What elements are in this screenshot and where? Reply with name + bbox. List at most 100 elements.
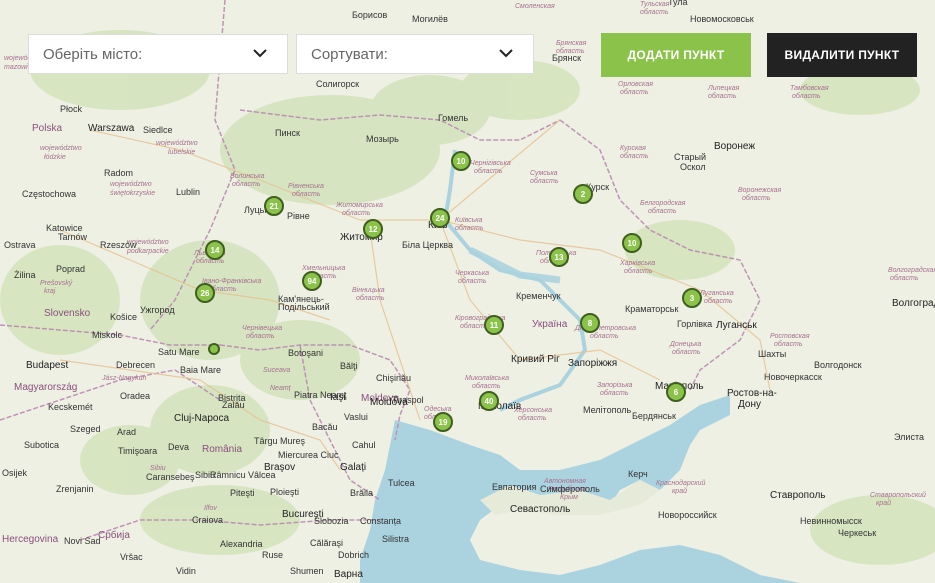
svg-text:Керч: Керч [628, 469, 648, 479]
map-marker-cluster[interactable]: 8 [580, 313, 600, 333]
svg-text:Чернігівська: Чернігівська [470, 159, 511, 167]
svg-text:Sibiu: Sibiu [150, 465, 166, 472]
add-point-button[interactable]: ДОДАТИ ПУНКТ [601, 33, 751, 77]
svg-text:Івано-Франківська: Івано-Франківська [202, 277, 261, 285]
svg-text:Vidin: Vidin [176, 566, 196, 576]
svg-text:область: область [455, 224, 484, 232]
svg-text:województwo: województwo [110, 181, 152, 188]
map-marker-cluster[interactable]: 11 [484, 315, 504, 335]
city-select-label: Оберіть місто: [43, 45, 143, 63]
svg-text:Евпатория: Евпатория [492, 482, 537, 492]
svg-text:область: область [518, 414, 547, 422]
svg-text:Рівне: Рівне [287, 211, 310, 221]
svg-text:Osijek: Osijek [2, 468, 28, 478]
svg-text:Częstochowa: Częstochowa [22, 189, 76, 199]
svg-text:Zrenjanin: Zrenjanin [56, 484, 94, 494]
svg-text:Shumen: Shumen [290, 566, 324, 576]
svg-text:область: область [246, 332, 275, 340]
map-marker-cluster[interactable]: 19 [433, 412, 453, 432]
svg-text:Kecskemét: Kecskemét [48, 402, 93, 412]
map-marker-cluster[interactable]: 13 [549, 247, 569, 267]
map-marker-cluster[interactable]: 2 [573, 184, 593, 204]
city-select[interactable]: Оберіть місто: [28, 34, 288, 74]
svg-text:Шахты: Шахты [758, 349, 786, 359]
svg-text:Moldova: Moldova [370, 397, 408, 408]
svg-text:Ostrava: Ostrava [4, 240, 36, 250]
svg-text:Запорізька: Запорізька [597, 381, 633, 389]
svg-text:Сумська: Сумська [530, 170, 558, 177]
map-marker-cluster[interactable]: 26 [195, 283, 215, 303]
svg-text:Constanța: Constanța [360, 516, 401, 526]
svg-text:România: România [202, 444, 242, 455]
map-marker-cluster[interactable]: 24 [430, 208, 450, 228]
svg-text:Timişoara: Timişoara [118, 446, 157, 456]
svg-text:Одеська: Одеська [424, 405, 452, 413]
svg-text:Мелітополь: Мелітополь [583, 405, 632, 415]
map-marker-cluster[interactable]: 12 [363, 219, 383, 239]
svg-text:область: область [590, 332, 619, 340]
svg-text:Черкаська: Черкаська [455, 270, 489, 277]
svg-text:Горлівка: Горлівка [677, 319, 712, 329]
svg-text:Волгодонск: Волгодонск [814, 360, 862, 370]
map-marker-cluster[interactable]: 21 [264, 196, 284, 216]
svg-text:Воронежская: Воронежская [738, 187, 782, 194]
svg-text:Satu Mare: Satu Mare [158, 347, 200, 357]
svg-text:Миколаївська: Миколаївська [465, 375, 509, 382]
svg-text:Біла Церква: Біла Церква [402, 240, 453, 250]
svg-text:Чернівецька: Чернівецька [242, 324, 282, 332]
svg-text:Warszawa: Warszawa [88, 123, 135, 134]
map-marker-cluster[interactable]: 14 [205, 240, 225, 260]
svg-text:область: область [458, 277, 487, 285]
svg-text:Запоріжжя: Запоріжжя [568, 358, 617, 369]
svg-text:Brăila: Brăila [350, 488, 373, 498]
map-marker-cluster[interactable]: 94 [302, 271, 322, 291]
map-marker-cluster[interactable]: 3 [682, 288, 702, 308]
svg-text:Волинська: Волинська [230, 173, 265, 180]
svg-text:Ploieşti: Ploieşti [270, 487, 299, 497]
svg-text:Siedlce: Siedlce [143, 125, 173, 135]
svg-text:Magyarország: Magyarország [14, 382, 77, 393]
svg-text:Lublin: Lublin [176, 187, 200, 197]
svg-text:Neamț: Neamț [270, 385, 292, 392]
svg-text:Zalău: Zalău [222, 400, 245, 410]
svg-text:Novi Sad: Novi Sad [64, 536, 101, 546]
svg-text:Suceava: Suceava [263, 367, 290, 374]
chevron-down-icon [253, 49, 267, 58]
map-marker-cluster[interactable]: 6 [666, 382, 686, 402]
delete-point-button[interactable]: ВИДАЛИТИ ПУНКТ [767, 33, 917, 77]
svg-text:Râmnicu Vâlcea: Râmnicu Vâlcea [210, 470, 276, 480]
map-marker-cluster[interactable]: 10 [451, 151, 471, 171]
svg-text:Prešovský: Prešovský [40, 280, 73, 287]
svg-text:Тула: Тула [668, 0, 688, 7]
svg-text:Botoşani: Botoşani [288, 348, 323, 358]
svg-text:Дону: Дону [738, 399, 761, 410]
map-canvas[interactable]: Polska Slovensko Magyarország România Mo… [0, 0, 935, 583]
svg-text:Србија: Србија [98, 529, 130, 541]
svg-text:Донецька: Донецька [669, 341, 702, 348]
svg-text:Chişinău: Chişinău [376, 373, 411, 383]
svg-text:Bălţi: Bălţi [340, 361, 358, 371]
svg-text:Silistra: Silistra [382, 534, 409, 544]
svg-text:область: область [600, 389, 629, 397]
map-marker[interactable] [208, 343, 220, 355]
svg-text:область: область [640, 8, 669, 16]
svg-text:Călăraşi: Călăraşi [310, 538, 343, 548]
svg-text:Липецкая: Липецкая [707, 85, 740, 92]
svg-text:край: край [876, 499, 891, 507]
map-marker-cluster[interactable]: 40 [479, 391, 499, 411]
svg-text:Slobozia: Slobozia [314, 516, 349, 526]
svg-text:Cluj-Napoca: Cluj-Napoca [174, 413, 229, 424]
svg-text:Гомель: Гомель [438, 113, 468, 123]
svg-text:Budapest: Budapest [26, 360, 68, 371]
svg-text:область: область [708, 92, 737, 100]
svg-text:Dobrich: Dobrich [338, 550, 369, 560]
svg-text:область: область [232, 180, 261, 188]
sort-select[interactable]: Сортувати: [296, 34, 534, 74]
svg-text:область: область [292, 190, 321, 198]
svg-text:Polska: Polska [32, 123, 62, 134]
svg-text:Tulcea: Tulcea [388, 478, 415, 488]
svg-text:область: область [648, 207, 677, 215]
map-marker-cluster[interactable]: 10 [622, 233, 642, 253]
svg-text:Севастополь: Севастополь [510, 504, 570, 515]
svg-text:Poprad: Poprad [56, 264, 85, 274]
